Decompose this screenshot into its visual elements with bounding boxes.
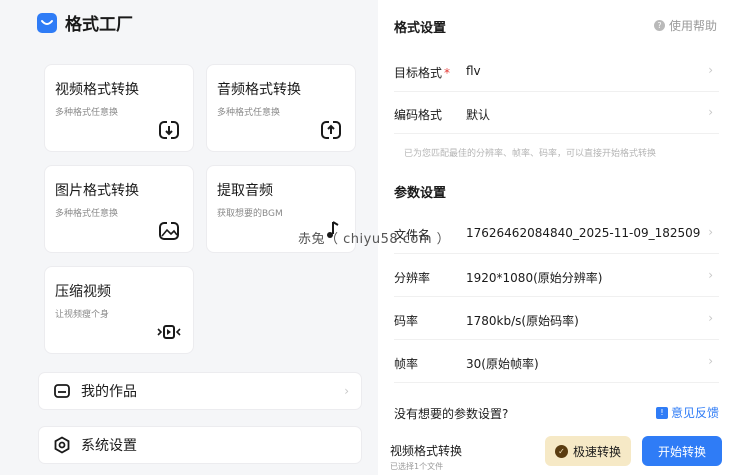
feedback-link[interactable]: ! 意见反馈: [655, 404, 719, 421]
chevron-right-icon: ›: [708, 105, 713, 119]
encoding-format-row[interactable]: 编码格式 默认 ›: [394, 92, 719, 134]
format-settings-title: 格式设置: [394, 21, 447, 36]
chevron-right-icon: ›: [708, 354, 713, 368]
chevron-right-icon: ›: [344, 384, 349, 398]
target-format-row[interactable]: 目标格式 * flv ›: [394, 50, 719, 92]
card-title: 视频格式转换: [55, 82, 139, 98]
app-title: 格式工厂: [65, 15, 133, 35]
encoding-label: 编码格式: [394, 108, 443, 122]
param-label: 码率: [394, 314, 419, 328]
chevron-right-icon: ›: [708, 268, 713, 282]
chevron-right-icon: ›: [708, 225, 713, 239]
missing-params-question: 没有想要的参数设置?: [394, 407, 509, 421]
feedback-icon: !: [655, 406, 668, 419]
target-format-label: 目标格式 *: [394, 64, 450, 81]
task-label: 视频格式转换: [390, 444, 463, 458]
card-subtitle: 多种格式任意换: [55, 108, 119, 118]
menu-system-settings[interactable]: 系统设置: [38, 426, 362, 464]
image-convert-icon: [159, 221, 179, 240]
target-format-label-text: 目标格式: [394, 66, 443, 80]
app-logo-icon: [37, 12, 57, 33]
chevron-right-icon: ›: [708, 63, 713, 77]
menu-label: 我的作品: [81, 384, 137, 400]
help-icon: ?: [653, 20, 665, 31]
card-title: 图片格式转换: [55, 183, 139, 199]
card-title: 提取音频: [217, 183, 273, 199]
param-label: 分辨率: [394, 271, 431, 285]
menu-my-works[interactable]: 我的作品 ›: [38, 372, 362, 410]
param-value: 30(原始帧率): [466, 357, 539, 371]
start-convert-label: 开始转换: [657, 444, 706, 459]
target-format-value: flv: [466, 64, 481, 78]
help-link[interactable]: ? 使用帮助: [653, 17, 717, 34]
card-subtitle: 多种格式任意换: [217, 108, 281, 118]
param-row-framerate[interactable]: 帧率 30(原始帧率) ›: [394, 341, 719, 383]
chevron-right-icon: ›: [708, 311, 713, 325]
encoding-value: 默认: [466, 108, 491, 122]
watermark: 赤兔（ chiyu58.com ）: [298, 232, 451, 247]
required-mark: *: [444, 66, 451, 80]
feedback-label: 意见反馈: [670, 406, 719, 420]
param-value: 1920*1080(原始分辨率): [466, 271, 603, 285]
fast-convert-label: 极速转换: [572, 444, 621, 459]
works-icon: [54, 384, 70, 398]
param-row-bitrate[interactable]: 码率 1780kb/s(原始码率) ›: [394, 298, 719, 340]
param-value: 1780kb/s(原始码率): [466, 314, 579, 328]
card-title: 音频格式转换: [217, 82, 301, 98]
convert-icon: [159, 120, 179, 140]
compress-icon: [157, 325, 181, 339]
fast-convert-button[interactable]: ✓ 极速转换: [545, 436, 631, 466]
task-subtitle: 已选择1个文件: [390, 462, 444, 471]
settings-icon: [54, 436, 70, 454]
param-value: 17626462084840_2025-11-09_182509: [466, 226, 701, 240]
check-icon: ✓: [554, 444, 568, 458]
start-convert-button[interactable]: 开始转换: [642, 436, 722, 466]
format-hint: 已为您匹配最佳的分辨率、帧率、码率，可以直接开始格式转换: [404, 149, 657, 159]
app-header: 格式工厂: [37, 10, 133, 35]
menu-label: 系统设置: [81, 438, 137, 454]
param-row-resolution[interactable]: 分辨率 1920*1080(原始分辨率) ›: [394, 255, 719, 297]
card-title: 压缩视频: [55, 284, 111, 300]
card-subtitle: 让视频瘦个身: [55, 310, 110, 320]
card-audio-convert[interactable]: 音频格式转换 多种格式任意换: [206, 64, 356, 152]
param-settings-title: 参数设置: [394, 186, 447, 201]
param-label: 帧率: [394, 357, 419, 371]
card-video-convert[interactable]: 视频格式转换 多种格式任意换: [44, 64, 194, 152]
convert-icon: [321, 120, 341, 140]
help-label: 使用帮助: [668, 19, 717, 33]
card-image-convert[interactable]: 图片格式转换 多种格式任意换: [44, 165, 194, 253]
card-compress-video[interactable]: 压缩视频 让视频瘦个身: [44, 266, 194, 354]
card-subtitle: 多种格式任意换: [55, 209, 119, 219]
card-subtitle: 获取想要的BGM: [217, 209, 283, 219]
